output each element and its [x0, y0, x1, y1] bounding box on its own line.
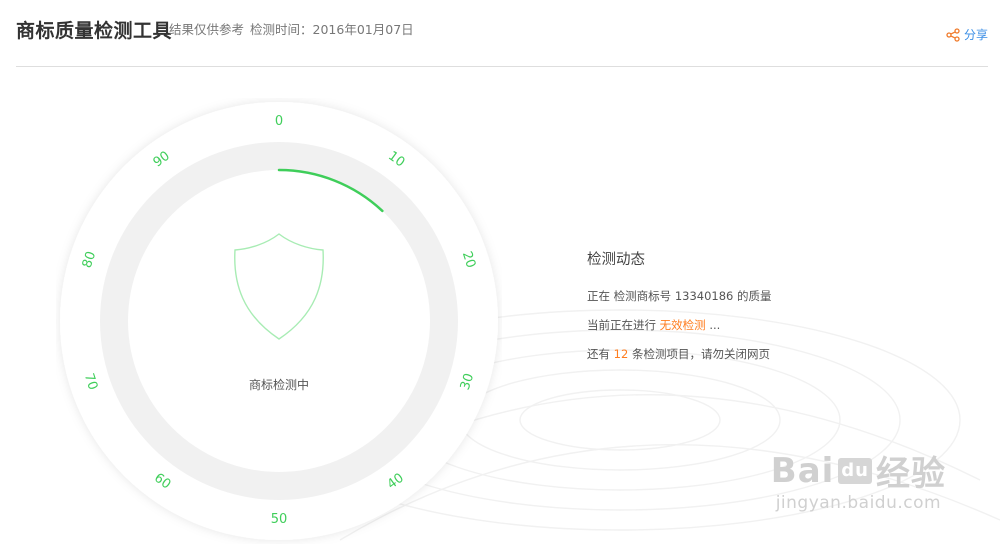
status-line-remaining-prefix: 还有 [587, 347, 610, 361]
watermark-logo-left: Bai [770, 450, 835, 491]
status-line-trademark: 正在 检测商标号 13340186 的质量 [587, 288, 772, 304]
baidu-jingyan-watermark: Bai du 经验 jingyan.baidu.com [771, 446, 946, 514]
status-line-current-suffix: ... [709, 318, 721, 332]
dial-tick-0: 0 [274, 114, 284, 129]
dial-inner-face [128, 170, 430, 472]
watermark-logo-mid: du [838, 457, 872, 484]
dial-tick-50: 50 [270, 512, 288, 527]
watermark-logo: Bai du 经验 [771, 446, 946, 495]
page-header: 商标质量检测工具 结果仅供参考 检测时间：2016年01月07日 分享 [16, 14, 988, 54]
header-divider [16, 66, 988, 67]
status-line-remaining-suffix: 条检测项目，请勿关闭网页 [631, 347, 770, 361]
remaining-count: 12 [613, 347, 629, 361]
check-time-label: 检测时间： [250, 22, 313, 37]
status-line-remaining: 还有 12 条检测项目，请勿关闭网页 [587, 346, 772, 362]
dial-graphic [60, 102, 498, 540]
status-panel: 检测动态 正在 检测商标号 13340186 的质量 当前正在进行 无效检测 .… [587, 248, 772, 375]
watermark-logo-right: 经验 [876, 454, 946, 494]
page-title: 商标质量检测工具 [16, 20, 173, 42]
check-time-value: 2016年01月07日 [312, 22, 414, 37]
status-line-trademark-suffix: 的质量 [737, 289, 772, 303]
share-label: 分享 [963, 28, 988, 42]
status-line-current: 当前正在进行 无效检测 ... [587, 317, 772, 333]
progress-dial: 0 10 20 30 40 50 60 70 80 90 商标检测中 [56, 98, 502, 544]
share-button[interactable]: 分享 [946, 26, 988, 43]
status-panel-title: 检测动态 [587, 252, 645, 268]
current-check-item: 无效检测 [659, 318, 706, 332]
watermark-url: jingyan.baidu.com [775, 493, 942, 513]
page-subtitle: 结果仅供参考 检测时间：2016年01月07日 [169, 19, 414, 38]
dial-status-text: 商标检测中 [248, 378, 309, 392]
share-icon [946, 27, 960, 42]
trademark-number: 13340186 [674, 289, 734, 303]
disclaimer-text: 结果仅供参考 [169, 22, 245, 37]
status-line-current-prefix: 当前正在进行 [587, 318, 656, 332]
status-line-trademark-prefix: 正在 检测商标号 [587, 289, 672, 303]
